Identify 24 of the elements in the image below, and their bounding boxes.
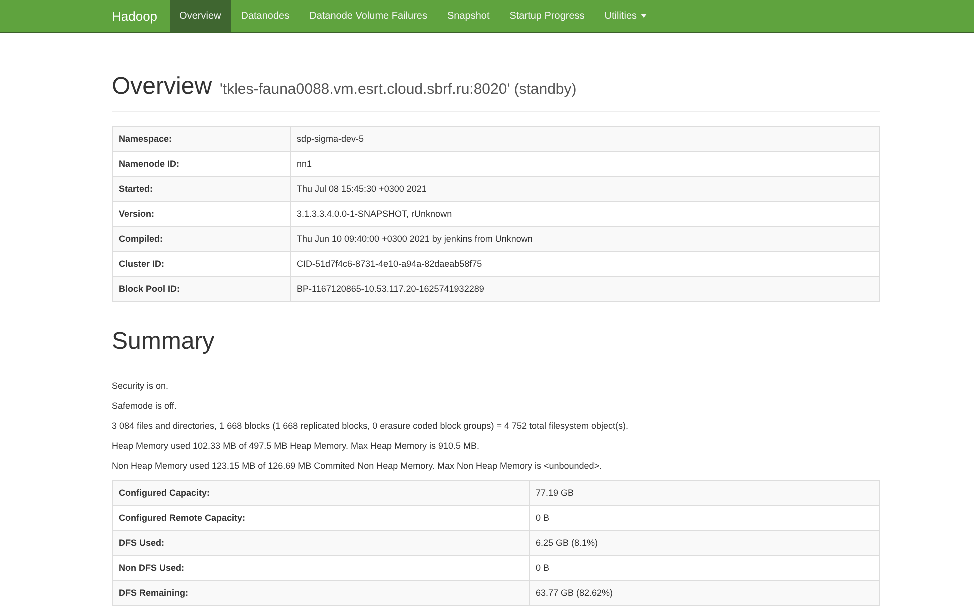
summary-text: Non Heap Memory used 123.15 MB of 126.69 MB Commited Non Heap Memory. Max Non Heap Memory is <unbounded>. [112, 460, 604, 473]
section-title: Summary [112, 328, 216, 356]
brand-link[interactable]: Hadoop [100, 0, 170, 32]
nav-tab[interactable]: Overview [170, 0, 232, 32]
summary-text: Heap Memory used 102.33 MB of 497.5 MB Heap Memory. Max Heap Memory is 910.5 MB. [112, 440, 480, 453]
page-subtitle: 'tkles-fauna0088.vm.esrt.cloud.sbrf.ru:8020' (standby) [220, 81, 577, 98]
nav-tab[interactable]: Datanodes [231, 0, 300, 32]
row-value: BP-1167120865-10.53.117.20-1625741932289 [290, 276, 880, 302]
dropdown-menu[interactable]: Utilities [594, 0, 658, 32]
row-value: 63.77 GB (82.62%) [530, 580, 880, 606]
summary-text: Security is on. [112, 380, 170, 393]
row-label: DFS Remaining: [112, 580, 530, 606]
summary-text: Safemode is off. [112, 400, 178, 413]
row-value: sdp-sigma-dev-5 [290, 126, 880, 152]
page-title: Overview [112, 73, 212, 101]
row-label: Namespace: [112, 126, 290, 152]
nav-tab[interactable]: Datanode Volume Failures [300, 0, 438, 32]
nav-tab[interactable]: Startup Progress [500, 0, 595, 32]
row-label: Block Pool ID: [112, 276, 290, 302]
nav-tab[interactable]: Snapshot [437, 0, 500, 32]
caret-icon [641, 14, 648, 18]
row-label: Configured Capacity: [112, 480, 530, 506]
row-value: 77.19 GB [530, 480, 880, 506]
summary-text: 3 084 files and directories, 1 668 blocks (1 668 replicated blocks, 0 erasure coded block groups) = 4 752 total filesystem object(s). [112, 420, 630, 433]
